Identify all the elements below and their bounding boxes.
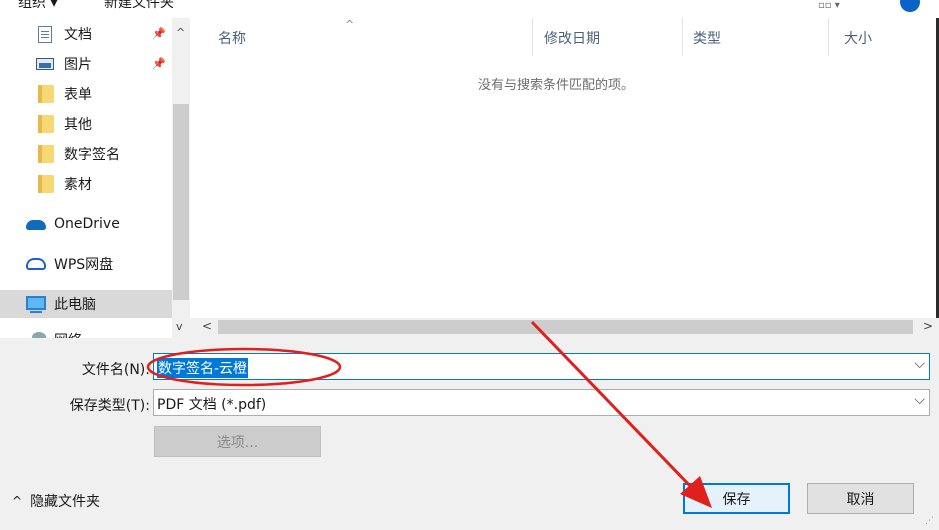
sidebar-item-label: 数字签名: [64, 147, 120, 163]
folder-icon: [38, 145, 54, 163]
cancel-button[interactable]: 取消: [807, 483, 914, 514]
sidebar-item-label: 其他: [64, 117, 92, 133]
scroll-right-icon[interactable]: >: [923, 319, 933, 333]
column-header-size[interactable]: 大小: [844, 28, 872, 48]
sort-caret-icon: ^: [345, 18, 355, 31]
sidebar-item-label: 素材: [64, 177, 92, 193]
sidebar-item-label: 此电脑: [54, 297, 96, 313]
sidebar-item-label: 文档: [64, 27, 92, 43]
sidebar-item-wps-cloud[interactable]: WPS网盘: [0, 250, 172, 278]
navigation-pane: 文档 📌 图片 📌 表单 其他 数字签名 素材 OneDrive WPS网盘 此…: [0, 18, 190, 338]
onedrive-cloud-icon: [26, 220, 46, 230]
folder-icon: [38, 175, 54, 193]
network-icon: [32, 332, 46, 338]
sidebar-item-label: 网络: [54, 330, 82, 338]
nav-vertical-scrollbar[interactable]: ^ v: [172, 18, 190, 338]
toolbar: 组织 ▾ 新建文件夹 ▫▫ ▾: [0, 0, 939, 18]
folder-icon: [38, 115, 54, 133]
filename-input[interactable]: 数字签名-云橙 ⌵: [153, 353, 930, 380]
column-divider[interactable]: [532, 18, 533, 56]
sidebar-item-digital-signature[interactable]: 数字签名: [0, 140, 172, 168]
sidebar-item-label: 表单: [64, 87, 92, 103]
column-header-type[interactable]: 类型: [693, 28, 721, 48]
sidebar-item-forms[interactable]: 表单: [0, 80, 172, 108]
column-divider[interactable]: [682, 18, 683, 56]
scroll-down-icon[interactable]: v: [176, 320, 183, 333]
scroll-left-icon[interactable]: <: [202, 319, 212, 333]
help-icon[interactable]: [900, 0, 920, 12]
sidebar-item-onedrive[interactable]: OneDrive: [0, 210, 172, 238]
pin-icon: 📌: [152, 57, 166, 70]
scroll-up-icon[interactable]: ^: [176, 26, 185, 39]
hide-folders-toggle[interactable]: ^ 隐藏文件夹: [12, 491, 100, 511]
empty-result-message: 没有与搜索条件匹配的项。: [478, 78, 635, 93]
organize-menu[interactable]: 组织 ▾: [18, 0, 57, 12]
filetype-value: PDF 文档 (*.pdf): [157, 397, 267, 413]
filetype-label: 保存类型(T):: [69, 398, 150, 414]
sidebar-item-pictures[interactable]: 图片 📌: [0, 50, 172, 78]
chevron-down-icon[interactable]: ⌵: [914, 356, 925, 372]
filename-label: 文件名(N):: [81, 362, 150, 378]
picture-icon: [36, 58, 54, 70]
filetype-select[interactable]: PDF 文档 (*.pdf) ⌵: [153, 389, 930, 416]
options-button[interactable]: 选项...: [154, 426, 321, 457]
save-button[interactable]: 保存: [683, 483, 790, 514]
sidebar-item-this-pc[interactable]: 此电脑: [0, 290, 172, 318]
new-folder-button[interactable]: 新建文件夹: [104, 0, 174, 12]
sidebar-item-label: 图片: [64, 57, 92, 73]
wps-cloud-icon: [26, 258, 46, 270]
sidebar-item-documents[interactable]: 文档 📌: [0, 20, 172, 48]
document-icon: [38, 26, 52, 43]
column-header-modified[interactable]: 修改日期: [544, 28, 600, 48]
pin-icon: 📌: [152, 27, 166, 40]
hide-folders-label: 隐藏文件夹: [30, 494, 101, 510]
view-options-button[interactable]: ▫▫ ▾: [818, 0, 840, 11]
file-list: ^ 名称 修改日期 类型 大小 没有与搜索条件匹配的项。: [190, 18, 939, 318]
sidebar-item-other[interactable]: 其他: [0, 110, 172, 138]
scroll-thumb[interactable]: [173, 104, 189, 300]
computer-icon: [26, 296, 46, 313]
folder-icon: [38, 85, 54, 103]
column-header-name[interactable]: 名称: [218, 28, 246, 48]
filename-value[interactable]: 数字签名-云橙: [157, 358, 249, 378]
sidebar-item-label: OneDrive: [54, 216, 120, 232]
column-divider[interactable]: [828, 18, 829, 56]
chevron-down-icon[interactable]: ⌵: [914, 392, 925, 408]
file-list-horizontal-scrollbar[interactable]: < >: [190, 318, 939, 336]
chevron-up-icon: ^: [12, 494, 23, 508]
sidebar-item-materials[interactable]: 素材: [0, 170, 172, 198]
scroll-thumb[interactable]: [218, 320, 913, 334]
sidebar-item-label: WPS网盘: [54, 257, 114, 273]
resize-grip-icon[interactable]: ⋰: [925, 516, 934, 526]
sidebar-item-network[interactable]: 网络: [0, 326, 172, 338]
